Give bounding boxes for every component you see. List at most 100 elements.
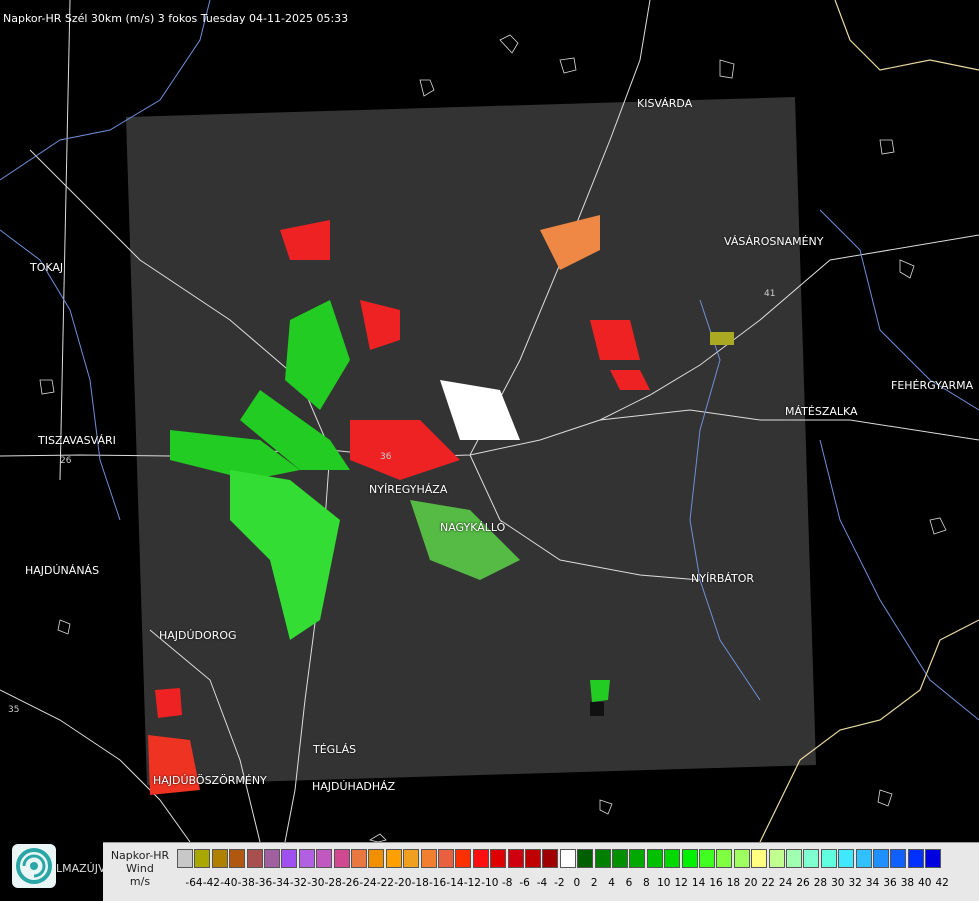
legend-unit: m/s bbox=[129, 875, 151, 888]
legend-swatch bbox=[699, 849, 715, 868]
legend-swatch bbox=[838, 849, 855, 868]
legend-swatch bbox=[246, 849, 263, 868]
legend-tick-label: 10 bbox=[657, 877, 671, 889]
legend-swatch bbox=[594, 849, 611, 868]
legend-tick-label: -36 bbox=[255, 877, 273, 889]
legend-swatch bbox=[681, 849, 698, 868]
legend-swatch bbox=[229, 849, 246, 868]
legend-tick-label: 36 bbox=[883, 877, 897, 889]
legend-swatch bbox=[612, 849, 628, 868]
legend-swatch bbox=[298, 849, 315, 868]
town-label-kisvarda: KISVÁRDA bbox=[637, 97, 693, 110]
town-label-teglas: TÉGLÁS bbox=[313, 743, 357, 756]
legend-variable: Wind bbox=[126, 862, 154, 875]
legend-swatch bbox=[194, 849, 211, 868]
legend-swatch bbox=[281, 849, 298, 868]
legend-swatch bbox=[855, 849, 872, 868]
legend-tick-label: -30 bbox=[307, 877, 325, 889]
legend-tick-label: -40 bbox=[220, 877, 238, 889]
legend-swatch bbox=[646, 849, 663, 868]
legend-tick-label: -4 bbox=[536, 877, 548, 889]
legend-tick-label: 2 bbox=[590, 877, 598, 889]
legend-tick-label: -18 bbox=[411, 877, 429, 889]
town-label-vasarosnameny: VÁSÁROSNAMÉNY bbox=[724, 235, 824, 248]
legend-swatch bbox=[525, 849, 541, 868]
legend-swatch bbox=[385, 849, 402, 868]
legend-tick-label: 26 bbox=[796, 877, 810, 889]
legend-swatch bbox=[472, 849, 489, 868]
legend-swatch bbox=[629, 849, 646, 868]
map-title: Napkor-HR Szél 30km (m/s) 3 fokos Tuesda… bbox=[3, 12, 349, 25]
legend-tick-label: 24 bbox=[778, 877, 793, 889]
road-label-35: 35 bbox=[8, 705, 19, 715]
legend-tick-label: -10 bbox=[481, 877, 499, 889]
legend-swatch bbox=[716, 849, 733, 868]
legend-swatch bbox=[542, 849, 559, 868]
legend-tick-label: -8 bbox=[501, 877, 513, 889]
legend-tick-label: 42 bbox=[935, 877, 949, 889]
legend-swatch bbox=[768, 849, 785, 868]
legend-swatch bbox=[733, 849, 750, 868]
legend-swatch bbox=[403, 849, 420, 868]
legend-swatch bbox=[420, 849, 437, 868]
legend-tick-label: 14 bbox=[691, 877, 706, 889]
town-label-hajdudorog: HAJDÚDOROG bbox=[159, 629, 237, 642]
legend-swatch bbox=[664, 849, 681, 868]
town-label-nyiregyhaza: NYÍREGYHÁZA bbox=[369, 483, 448, 496]
legend-swatch bbox=[559, 849, 576, 868]
town-label-nagykallo: NAGYKÁLLÓ bbox=[440, 521, 506, 534]
legend-tick-label: 40 bbox=[918, 877, 932, 889]
legend-swatch bbox=[455, 849, 472, 868]
legend-swatch bbox=[890, 849, 907, 868]
legend-tick-label: 38 bbox=[900, 877, 915, 889]
legend-tick-label: 28 bbox=[813, 877, 828, 889]
legend-source: Napkor-HR bbox=[110, 849, 170, 862]
legend-tick-label: -2 bbox=[554, 877, 565, 889]
town-label-hajduhadhaz: HAJDÚHADHÁZ bbox=[312, 780, 396, 793]
legend-swatch bbox=[264, 849, 280, 868]
legend-swatch bbox=[368, 849, 385, 868]
legend-tick-label: -14 bbox=[446, 877, 464, 889]
logo-icon bbox=[12, 844, 56, 888]
legend-swatch bbox=[211, 849, 228, 868]
legend-tick-label: -26 bbox=[342, 877, 360, 889]
legend-swatch bbox=[490, 849, 507, 868]
legend-swatch bbox=[751, 849, 768, 868]
radar-map: 26 35 41 36 bbox=[0, 0, 979, 842]
town-label-hajdunanas: HAJDÚNÁNÁS bbox=[25, 564, 100, 577]
legend-tick-label: 18 bbox=[726, 877, 741, 889]
color-legend: Napkor-HR Wind m/s -64 -42 -40 -38 -36 -34 -32… bbox=[103, 842, 979, 901]
town-label-nyirbator: NYÍRBÁTOR bbox=[691, 572, 755, 585]
legend-tick-label: -38 bbox=[237, 877, 255, 889]
legend-swatch bbox=[438, 849, 454, 868]
legend-swatch bbox=[873, 849, 889, 868]
legend-tick-label: 32 bbox=[848, 877, 862, 889]
legend-swatch bbox=[803, 849, 820, 868]
town-label-fehergyarmat: FEHÉRGYARMA bbox=[891, 379, 974, 392]
town-label-tokaj: TOKAJ bbox=[30, 261, 64, 274]
legend-tick-label: -24 bbox=[359, 877, 377, 889]
road-label-36: 36 bbox=[380, 452, 392, 462]
legend-swatch bbox=[786, 849, 802, 868]
legend-tick-label: 30 bbox=[831, 877, 845, 889]
legend-tick-label: 0 bbox=[573, 877, 581, 889]
road-label-26: 26 bbox=[60, 456, 72, 466]
legend-swatch bbox=[820, 849, 837, 868]
legend-swatch bbox=[177, 849, 193, 868]
legend-tick-label: 4 bbox=[608, 877, 615, 889]
legend-tick-label: -20 bbox=[394, 877, 412, 889]
town-label-hajduboszormeny: HAJDÚBÖSZÖRMÉNY bbox=[153, 774, 267, 787]
legend-title: Napkor-HR Wind m/s bbox=[103, 849, 177, 888]
legend-tick-label: -6 bbox=[519, 877, 530, 889]
legend-tick-label: 20 bbox=[744, 877, 758, 889]
legend-swatch bbox=[577, 849, 594, 868]
legend-tick-label: -64 bbox=[185, 877, 203, 889]
road-label-41: 41 bbox=[764, 289, 775, 299]
legend-tick-label: -32 bbox=[289, 877, 307, 889]
legend-tick-label: -22 bbox=[376, 877, 394, 889]
legend-tick-label: -28 bbox=[324, 877, 342, 889]
legend-tick-label: 16 bbox=[709, 877, 723, 889]
legend-tick-label: 34 bbox=[865, 877, 880, 889]
legend-tick-label: -42 bbox=[202, 877, 220, 889]
legend-swatch bbox=[333, 849, 350, 868]
